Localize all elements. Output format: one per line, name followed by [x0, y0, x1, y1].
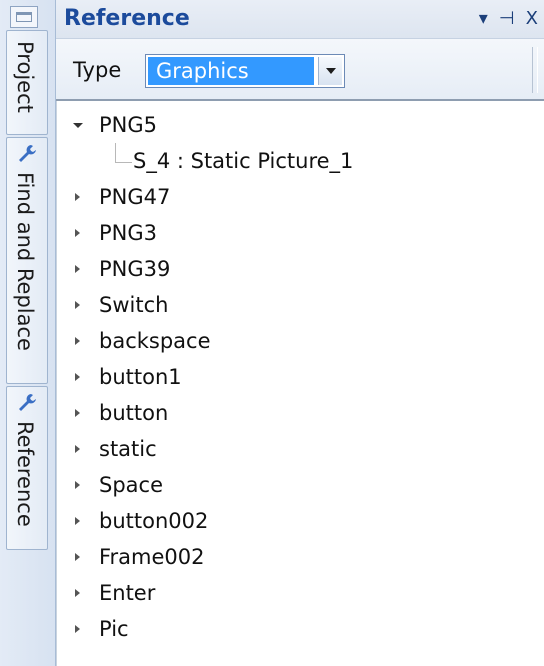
- collapse-arrow-icon[interactable]: [72, 323, 86, 359]
- panel-title: Reference: [64, 6, 190, 31]
- collapse-arrow-icon[interactable]: [72, 251, 86, 287]
- collapse-arrow-icon[interactable]: [72, 215, 86, 251]
- panel-controls: ▾ ⊣ X: [473, 4, 538, 34]
- tree-item-label: PNG3: [99, 221, 158, 245]
- chevron-down-icon[interactable]: [318, 57, 342, 85]
- window-icon[interactable]: [10, 6, 38, 28]
- tree-item[interactable]: button1: [57, 359, 537, 395]
- tree-item[interactable]: backspace: [57, 323, 537, 359]
- tree-item-label: Pic: [99, 617, 129, 641]
- tree-item[interactable]: button: [57, 395, 537, 431]
- expand-arrow-icon[interactable]: [72, 107, 86, 143]
- tree-item[interactable]: PNG47: [57, 179, 537, 215]
- tree-item[interactable]: button002: [57, 503, 537, 539]
- collapse-arrow-icon[interactable]: [72, 575, 86, 611]
- collapse-arrow-icon[interactable]: [72, 395, 86, 431]
- collapse-arrow-icon[interactable]: [72, 431, 86, 467]
- collapse-arrow-icon[interactable]: [72, 503, 86, 539]
- wrench-icon: [19, 394, 36, 411]
- tree-item-label: Enter: [99, 581, 156, 605]
- collapse-arrow-icon[interactable]: [72, 539, 86, 575]
- tree-item[interactable]: PNG3: [57, 215, 537, 251]
- tree-item-label: static: [99, 437, 157, 461]
- collapse-arrow-icon[interactable]: [72, 179, 86, 215]
- tree-item-label: PNG39: [99, 257, 171, 281]
- pin-icon[interactable]: ⊣: [499, 4, 515, 34]
- tree-item-label: PNG47: [99, 185, 171, 209]
- close-icon[interactable]: X: [526, 4, 538, 34]
- tree-item-label: Space: [99, 473, 163, 497]
- tree-child-item[interactable]: S_4 : Static Picture_1: [57, 143, 537, 179]
- tab-reference[interactable]: Reference: [6, 386, 48, 550]
- tree-item[interactable]: static: [57, 431, 537, 467]
- tree-item[interactable]: Space: [57, 467, 537, 503]
- tab-find-and-replace[interactable]: Find and Replace: [6, 137, 48, 384]
- wrench-icon: [19, 145, 36, 162]
- tree-item-label: backspace: [99, 329, 211, 353]
- tab-find-and-replace-label: Find and Replace: [13, 172, 37, 351]
- tree-item[interactable]: Switch: [57, 287, 537, 323]
- tree-item-label: Switch: [99, 293, 169, 317]
- panel-menu-icon[interactable]: ▾: [479, 4, 488, 34]
- tree-item-label: button002: [99, 509, 209, 533]
- tree-item[interactable]: Enter: [57, 575, 537, 611]
- tree-item-label: button1: [99, 365, 182, 389]
- side-tab-strip: Project Find and Replace Reference: [0, 0, 56, 666]
- type-label: Type: [73, 58, 122, 82]
- tree-item[interactable]: PNG39: [57, 251, 537, 287]
- reference-tree: PNG5 S_4 : Static Picture_1 PNG47 PNG3 P…: [56, 101, 544, 666]
- type-dropdown-value: Graphics: [148, 57, 314, 85]
- tree-item[interactable]: Pic: [57, 611, 537, 647]
- tab-reference-label: Reference: [13, 421, 37, 527]
- panel-title-bar: Reference ▾ ⊣ X: [56, 0, 544, 39]
- tab-project[interactable]: Project: [6, 30, 48, 135]
- toolbar-separator: [532, 47, 538, 93]
- tree-child-label: S_4 : Static Picture_1: [133, 149, 354, 173]
- type-dropdown[interactable]: Graphics: [145, 54, 345, 88]
- tree-connector: [115, 143, 132, 163]
- collapse-arrow-icon[interactable]: [72, 467, 86, 503]
- tree-item-label: Frame002: [99, 545, 205, 569]
- tree-item[interactable]: Frame002: [57, 539, 537, 575]
- collapse-arrow-icon[interactable]: [72, 287, 86, 323]
- tree-item-png5[interactable]: PNG5: [57, 107, 537, 143]
- collapse-arrow-icon[interactable]: [72, 359, 86, 395]
- reference-toolbar: Type Graphics: [56, 39, 544, 101]
- tab-project-label: Project: [13, 41, 37, 113]
- tree-item-label: button: [99, 401, 169, 425]
- collapse-arrow-icon[interactable]: [72, 611, 86, 647]
- tree-item-label: PNG5: [99, 113, 158, 137]
